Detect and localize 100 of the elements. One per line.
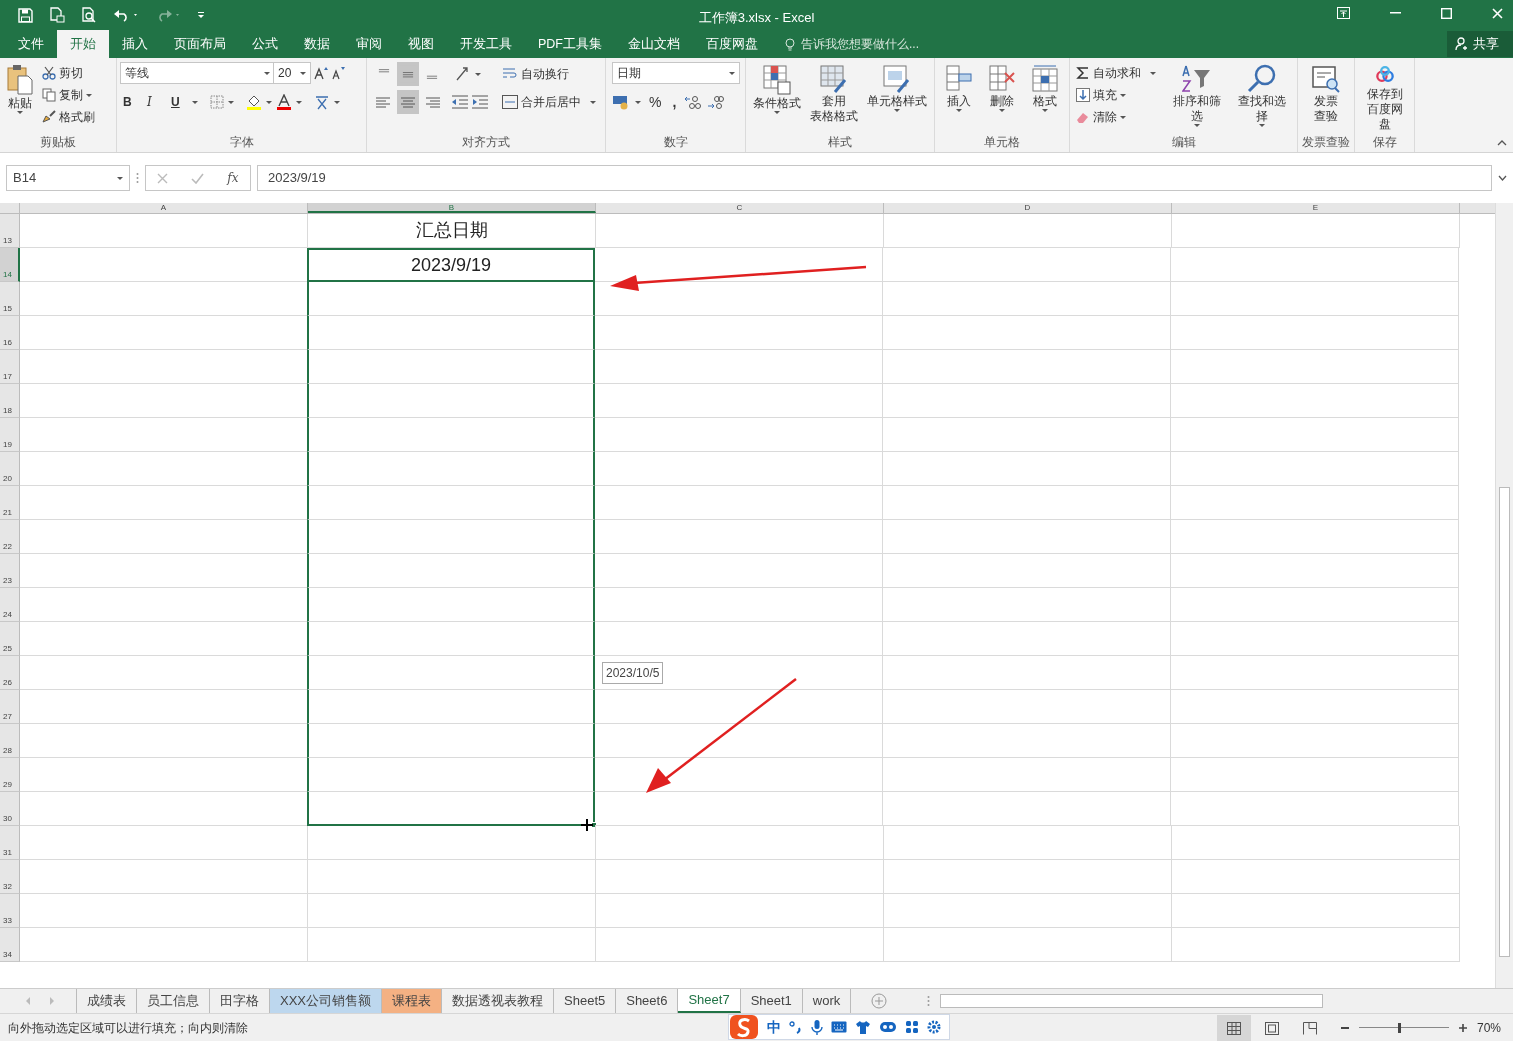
menu-tab[interactable]: 开始 bbox=[57, 30, 109, 58]
conditional-formatting-button[interactable]: 条件格式 bbox=[749, 62, 804, 134]
format-as-table-button[interactable]: 套用 表格格式 bbox=[807, 62, 861, 134]
customize-icon[interactable] bbox=[197, 11, 205, 19]
ribbon-display-icon[interactable] bbox=[1337, 7, 1350, 19]
horizontal-scrollbar[interactable] bbox=[940, 994, 1323, 1008]
caret-icon[interactable] bbox=[192, 100, 198, 104]
row-header[interactable]: 23 bbox=[0, 554, 20, 588]
zoom-slider-thumb[interactable] bbox=[1398, 1022, 1402, 1033]
sheet-tab[interactable]: Sheet7 bbox=[678, 989, 741, 1013]
formula-input[interactable]: 2023/9/19 bbox=[257, 165, 1492, 191]
column-header[interactable]: C bbox=[596, 203, 884, 213]
microphone-icon[interactable] bbox=[811, 1019, 823, 1035]
undo-icon[interactable] bbox=[113, 8, 139, 22]
delete-button[interactable]: 删除 bbox=[985, 62, 1019, 134]
menu-tab[interactable]: 数据 bbox=[291, 30, 343, 58]
fill-button[interactable]: 填充 bbox=[1073, 84, 1159, 106]
row-header[interactable]: 26 bbox=[0, 656, 20, 690]
input-mode-indicator[interactable]: 中 bbox=[767, 1016, 781, 1038]
name-box[interactable]: B14 bbox=[6, 165, 130, 191]
menu-tab[interactable]: 公式 bbox=[239, 30, 291, 58]
row-header[interactable]: 18 bbox=[0, 384, 20, 418]
underline-button[interactable]: U bbox=[168, 90, 188, 114]
tell-me-search[interactable]: 告诉我您想要做什么... bbox=[785, 34, 979, 54]
invoice-check-button[interactable]: 发票 查验 bbox=[1308, 62, 1344, 134]
menu-tab[interactable]: 审阅 bbox=[343, 30, 395, 58]
row-header[interactable]: 33 bbox=[0, 894, 20, 928]
normal-view-button[interactable] bbox=[1216, 1014, 1251, 1041]
caret-icon[interactable] bbox=[334, 100, 340, 104]
shirt-icon[interactable] bbox=[855, 1020, 871, 1034]
collapse-ribbon-icon[interactable] bbox=[1497, 140, 1507, 146]
copy-button[interactable]: 复制 bbox=[39, 84, 98, 106]
row-header[interactable]: 19 bbox=[0, 418, 20, 452]
vertical-scrollbar[interactable] bbox=[1495, 203, 1513, 988]
find-select-button[interactable]: 查找和选择 bbox=[1230, 62, 1294, 134]
increase-decimal-icon[interactable] bbox=[684, 95, 703, 109]
format-button[interactable]: 格式 bbox=[1028, 62, 1063, 134]
expand-icon[interactable] bbox=[1498, 175, 1507, 181]
font-size-dropdown[interactable]: 20 bbox=[273, 62, 311, 84]
menu-tab[interactable]: 百度网盘 bbox=[693, 30, 771, 58]
font-color-icon[interactable] bbox=[276, 94, 292, 110]
comma-button[interactable]: , bbox=[669, 90, 680, 114]
caret-icon[interactable] bbox=[296, 100, 302, 104]
menu-tab[interactable]: 插入 bbox=[109, 30, 161, 58]
zoom-out-icon[interactable] bbox=[1340, 1026, 1349, 1029]
insert-button[interactable]: 插入 bbox=[941, 62, 976, 134]
keyboard-icon[interactable] bbox=[831, 1021, 847, 1033]
menu-tab[interactable]: PDF工具集 bbox=[525, 30, 615, 58]
share-button[interactable]: 共享 bbox=[1447, 31, 1513, 57]
fill-color-icon[interactable] bbox=[246, 94, 262, 110]
row-header[interactable]: 31 bbox=[0, 826, 20, 860]
bold-button[interactable]: B bbox=[120, 90, 140, 114]
row-header[interactable]: 17 bbox=[0, 350, 20, 384]
paste-button[interactable]: 粘贴 bbox=[3, 62, 37, 134]
font-name-dropdown[interactable]: 等线 bbox=[120, 62, 275, 84]
menu-tab[interactable]: 金山文档 bbox=[615, 30, 693, 58]
sheet-tab[interactable]: XXX公司销售额 bbox=[270, 989, 382, 1013]
number-format-dropdown[interactable]: 日期 bbox=[612, 62, 740, 84]
row-header[interactable]: 14 bbox=[0, 248, 20, 282]
punctuation-icon[interactable] bbox=[789, 1020, 803, 1034]
caret-icon[interactable] bbox=[228, 100, 234, 104]
insert-function-button[interactable]: fx bbox=[227, 169, 239, 187]
row-header[interactable]: 21 bbox=[0, 486, 20, 520]
sort-filter-button[interactable]: 排序和筛选 bbox=[1165, 62, 1229, 134]
fill-handle[interactable] bbox=[591, 822, 597, 828]
maximize-icon[interactable] bbox=[1441, 7, 1452, 19]
autosum-button[interactable]: 自动求和 bbox=[1073, 62, 1159, 84]
phonetic-icon[interactable] bbox=[314, 94, 330, 110]
increase-indent-icon[interactable] bbox=[471, 95, 489, 109]
print-preview-icon[interactable] bbox=[81, 7, 97, 23]
cut-button[interactable]: 剪切 bbox=[39, 62, 98, 84]
row-header[interactable]: 16 bbox=[0, 316, 20, 350]
wrap-text-button[interactable]: 自动换行 bbox=[499, 63, 572, 85]
row-header[interactable]: 32 bbox=[0, 860, 20, 894]
row-header[interactable]: 22 bbox=[0, 520, 20, 554]
checkmark-icon[interactable] bbox=[191, 172, 205, 184]
close-icon[interactable] bbox=[1492, 7, 1503, 19]
decrease-indent-icon[interactable] bbox=[451, 95, 469, 109]
menu-tab[interactable]: 视图 bbox=[395, 30, 447, 58]
menu-tab[interactable]: 开发工具 bbox=[447, 30, 525, 58]
row-header[interactable]: 24 bbox=[0, 588, 20, 622]
row-header[interactable]: 27 bbox=[0, 690, 20, 724]
ime-logo-icon[interactable] bbox=[729, 1014, 759, 1040]
row-header[interactable]: 25 bbox=[0, 622, 20, 656]
row-header[interactable]: 34 bbox=[0, 928, 20, 962]
menu-tab[interactable]: 文件 bbox=[5, 30, 57, 58]
caret-icon[interactable] bbox=[635, 100, 641, 104]
format-painter-button[interactable]: 格式刷 bbox=[39, 106, 98, 128]
italic-button[interactable]: I bbox=[144, 90, 164, 114]
currency-icon[interactable] bbox=[612, 94, 630, 110]
apps-grid-icon[interactable] bbox=[905, 1020, 919, 1034]
save-icon[interactable] bbox=[18, 7, 33, 23]
grow-font-icon[interactable] bbox=[314, 66, 328, 80]
merge-center-button[interactable]: 合并后居中 bbox=[499, 91, 599, 113]
document-icon[interactable] bbox=[49, 7, 65, 23]
row-header[interactable]: 28 bbox=[0, 724, 20, 758]
zoom-in-icon[interactable] bbox=[1458, 1023, 1467, 1032]
column-header[interactable]: D bbox=[884, 203, 1172, 213]
settings-icon[interactable] bbox=[927, 1020, 941, 1034]
menu-tab[interactable]: 页面布局 bbox=[161, 30, 239, 58]
